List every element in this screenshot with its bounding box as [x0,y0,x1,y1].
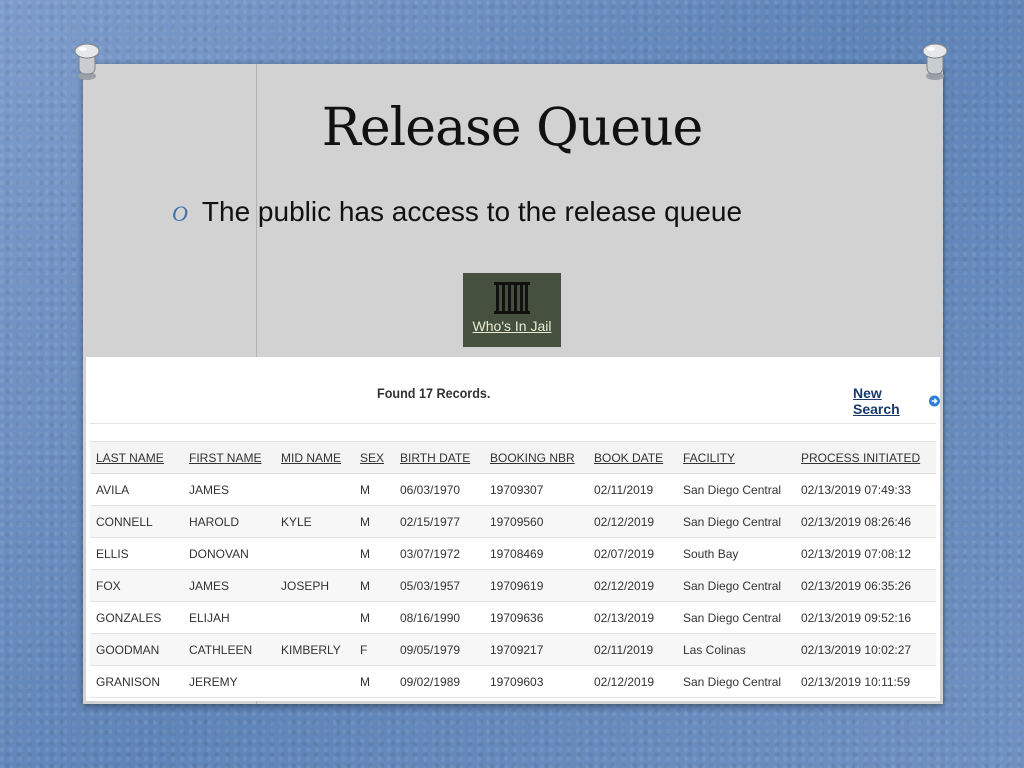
cell-process-initiated: 02/13/2019 07:49:33 [795,473,936,506]
cell-facility: San Diego Central [677,569,795,602]
cell-process-initiated: 02/13/2019 06:35:26 [795,569,936,602]
cell-book-date: 02/07/2019 [588,537,677,570]
cell-last-name: GOODMAN [90,633,183,666]
col-mid-name[interactable]: MID NAME [275,441,354,474]
cell-sex: M [354,473,394,506]
col-last-name[interactable]: LAST NAME [90,441,183,474]
cell-mid-name: KIMBERLY [275,633,354,666]
cell-mid-name [275,665,354,698]
cell-book-date: 02/12/2019 [588,665,677,698]
bullet-text: The public has access to the release que… [201,196,743,227]
cell-process-initiated: 02/13/2019 10:11:59 [795,665,936,698]
bullet-item: O The public has access to the release q… [172,196,742,228]
cell-mid-name [275,601,354,634]
push-pin-icon [74,43,100,80]
cell-mid-name [275,473,354,506]
cell-last-name: GONZALES [90,601,183,634]
cell-birth-date: 02/15/1977 [394,505,484,538]
col-birth-date[interactable]: BIRTH DATE [394,441,484,474]
cell-sex: M [354,601,394,634]
cell-birth-date: 06/03/1970 [394,473,484,506]
cell-birth-date: 09/05/1979 [394,633,484,666]
cell-facility: South Bay [677,537,795,570]
cell-first-name: JEREMY [183,665,275,698]
table-row: FOX JAMES JOSEPH M 05/03/1957 19709619 0… [90,569,936,602]
cell-first-name: HAROLD [183,505,275,538]
col-facility[interactable]: FACILITY [677,441,795,474]
cell-facility: San Diego Central [677,505,795,538]
records-found-text: Found 17 Records. [377,385,491,401]
table-row: GONZALES ELIJAH M 08/16/1990 19709636 02… [90,601,936,634]
cell-last-name: CONNELL [90,505,183,538]
cell-book-date: 02/11/2019 [588,473,677,506]
arrow-circle-right-icon[interactable] [929,395,940,407]
cell-sex: F [354,633,394,666]
cell-booking-nbr: 19709619 [484,569,588,602]
cell-process-initiated: 02/13/2019 07:08:12 [795,537,936,570]
col-first-name[interactable]: FIRST NAME [183,441,275,474]
cell-first-name: JAMES [183,569,275,602]
col-sex[interactable]: SEX [354,441,394,474]
cell-process-initiated: 02/13/2019 09:52:16 [795,601,936,634]
cell-sex: M [354,537,394,570]
cell-book-date: 02/12/2019 [588,569,677,602]
panel-separator [90,423,936,424]
col-book-date[interactable]: BOOK DATE [588,441,677,474]
table-header-row: LAST NAME FIRST NAME MID NAME SEX BIRTH … [90,441,936,474]
cell-facility: Las Colinas [677,633,795,666]
cell-birth-date: 09/02/1989 [394,665,484,698]
cell-last-name: GRANISON [90,665,183,698]
cell-mid-name: KYLE [275,505,354,538]
cell-first-name: DONOVAN [183,537,275,570]
cell-booking-nbr: 19708469 [484,537,588,570]
cell-birth-date: 03/07/1972 [394,537,484,570]
cell-last-name: FOX [90,569,183,602]
cell-birth-date: 05/03/1957 [394,569,484,602]
cell-facility: San Diego Central [677,665,795,698]
cell-book-date: 02/12/2019 [588,505,677,538]
cell-sex: M [354,665,394,698]
cell-mid-name [275,537,354,570]
results-panel: Found 17 Records. New Search LAST NAME F… [86,357,940,701]
col-process-initiated[interactable]: PROCESS INITIATED [795,441,936,474]
cell-facility: San Diego Central [677,473,795,506]
cell-book-date: 02/13/2019 [588,601,677,634]
whos-in-jail-button[interactable]: Who's In Jail [463,273,561,347]
new-search-link[interactable]: New Search [853,385,940,417]
cell-sex: M [354,569,394,602]
cell-booking-nbr: 19709560 [484,505,588,538]
cell-booking-nbr: 19709603 [484,665,588,698]
cell-book-date: 02/11/2019 [588,633,677,666]
cell-first-name: JAMES [183,473,275,506]
cell-mid-name: JOSEPH [275,569,354,602]
slide-title: Release Queue [321,98,703,158]
table-row: ELLIS DONOVAN M 03/07/1972 19708469 02/0… [90,537,936,570]
cell-sex: M [354,505,394,538]
bullet-marker: O [172,201,188,226]
jail-bars-icon [494,282,530,314]
cell-birth-date: 08/16/1990 [394,601,484,634]
table-row: GRANISON JEREMY M 09/02/1989 19709603 02… [90,665,936,698]
whos-in-jail-link[interactable]: Who's In Jail [473,318,552,334]
cell-last-name: AVILA [90,473,183,506]
cell-first-name: ELIJAH [183,601,275,634]
cell-process-initiated: 02/13/2019 10:02:27 [795,633,936,666]
cell-booking-nbr: 19709307 [484,473,588,506]
table-row: AVILA JAMES M 06/03/1970 19709307 02/11/… [90,473,936,506]
table-row: CONNELL HAROLD KYLE M 02/15/1977 1970956… [90,505,936,538]
cell-booking-nbr: 19709217 [484,633,588,666]
table-row: GOODMAN CATHLEEN KIMBERLY F 09/05/1979 1… [90,633,936,666]
release-queue-table: LAST NAME FIRST NAME MID NAME SEX BIRTH … [90,441,936,698]
cell-first-name: CATHLEEN [183,633,275,666]
cell-process-initiated: 02/13/2019 08:26:46 [795,505,936,538]
col-booking-nbr[interactable]: BOOKING NBR [484,441,588,474]
cell-facility: San Diego Central [677,601,795,634]
push-pin-icon [922,43,948,80]
cell-last-name: ELLIS [90,537,183,570]
new-search-label[interactable]: New Search [853,385,925,417]
cell-booking-nbr: 19709636 [484,601,588,634]
